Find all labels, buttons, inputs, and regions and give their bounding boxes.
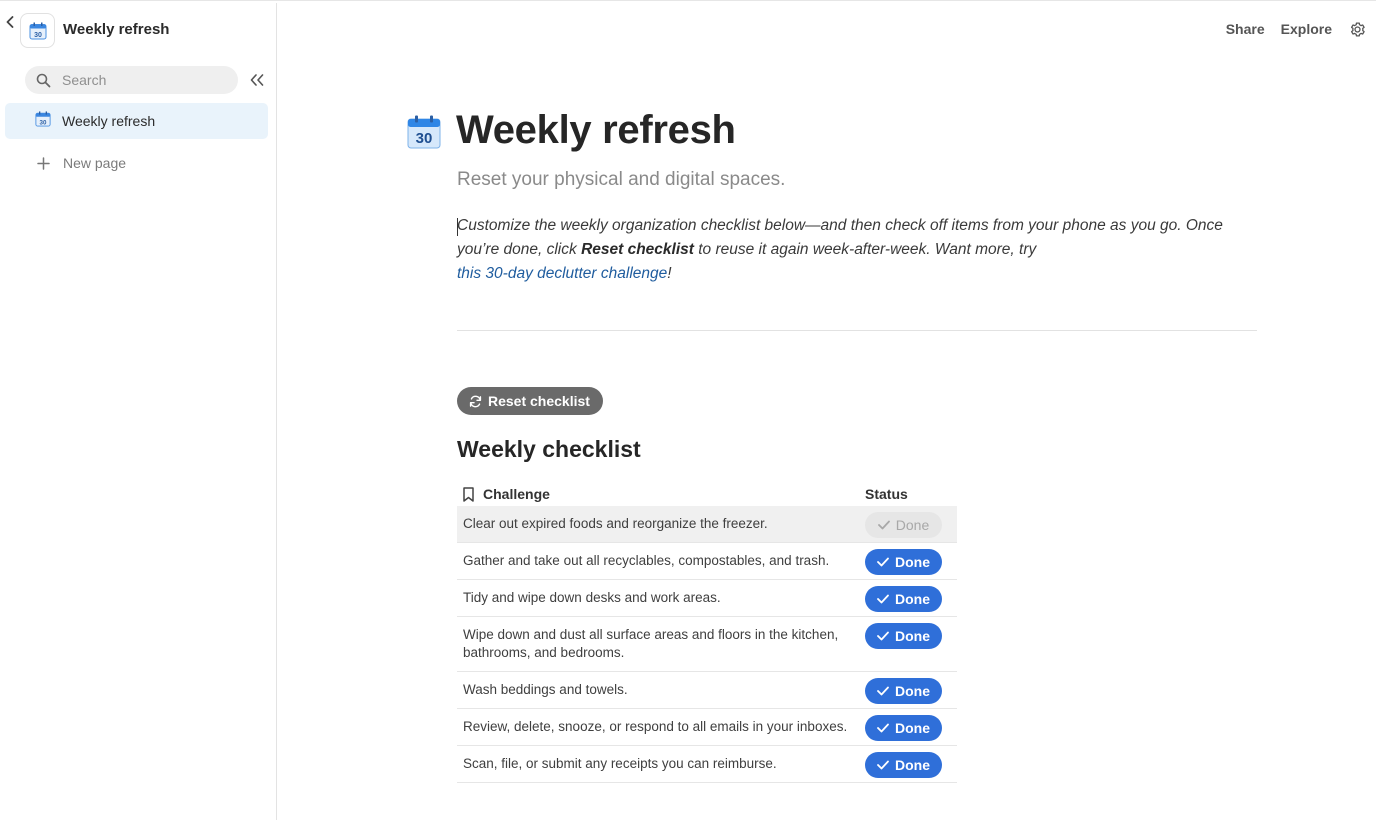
reset-checklist-button[interactable]: Reset checklist [457,387,603,415]
status-cell: Done [865,746,957,778]
divider [457,330,1257,331]
done-button[interactable]: Done [865,752,942,778]
challenge-cell: Gather and take out all recyclables, com… [463,553,830,568]
table-row: Review, delete, snooze, or respond to al… [457,709,957,746]
done-button[interactable]: Done [865,549,942,575]
intro-bold: Reset checklist [581,241,694,258]
app-title: Weekly refresh [63,21,170,38]
check-icon [877,631,889,641]
done-button[interactable]: Done [865,715,942,741]
collapse-sidebar-icon[interactable] [248,71,266,89]
page-calendar-icon: 30 [407,115,441,149]
status-column-header[interactable]: Status [865,486,957,502]
status-cell: Done [865,672,957,704]
refresh-icon [468,394,482,408]
bookmark-icon [461,486,475,502]
table-row: Wash beddings and towels. Done [457,672,957,709]
done-button[interactable]: Done [865,623,942,649]
search-icon [35,72,51,88]
done-label: Done [895,720,930,736]
check-icon [877,723,889,733]
sidebar-item-weekly-refresh[interactable]: 30 Weekly refresh [5,103,268,139]
challenge-cell: Tidy and wipe down desks and work areas. [463,590,721,605]
status-cell: Done [865,617,957,649]
search-input[interactable] [62,72,232,88]
done-label: Done [895,757,930,773]
done-button[interactable]: Done [865,678,942,704]
calendar-icon: 30 [35,110,51,132]
challenge-cell: Review, delete, snooze, or respond to al… [463,719,848,734]
done-label: Done [895,628,930,644]
challenge-cell: Clear out expired foods and reorganize t… [463,516,768,531]
page-title: Weekly refresh [456,108,736,152]
challenge-cell: Scan, file, or submit any receipts you c… [463,756,777,771]
challenge-cell: Wash beddings and towels. [463,682,628,697]
table-row: Wipe down and dust all surface areas and… [457,617,957,672]
top-nav: Share Explore [1226,19,1366,39]
plus-icon [35,155,51,171]
sidebar: 30 Weekly refresh 30 Weekly refresh New … [0,3,277,820]
challenge-header-label: Challenge [483,486,550,502]
table-row: Clear out expired foods and reorganize t… [457,506,957,543]
check-icon [877,557,889,567]
done-button[interactable]: Done [865,586,942,612]
done-label: Done [895,554,930,570]
done-label: Done [895,591,930,607]
svg-text:30: 30 [34,32,42,39]
explore-link[interactable]: Explore [1281,21,1332,37]
status-cell: Done [865,506,957,538]
done-label: Done [895,517,930,533]
back-chevron-icon[interactable] [4,15,16,29]
svg-text:30: 30 [416,130,433,147]
share-link[interactable]: Share [1226,21,1265,37]
sidebar-item-label: Weekly refresh [62,113,156,129]
status-cell: Done [865,543,957,575]
done-label: Done [895,683,930,699]
table-row: Scan, file, or submit any receipts you c… [457,746,957,783]
new-page-button[interactable]: New page [35,151,126,175]
challenge-cell: Wipe down and dust all surface areas and… [463,627,839,660]
intro-paragraph: Customize the weekly organization checkl… [457,214,1257,286]
search-box[interactable] [25,66,238,94]
intro-end: ! [667,265,672,282]
intro-text-2: to reuse it again week-after-week. Want … [693,241,1037,258]
table-header: Challenge Status [457,482,957,506]
reset-checklist-label: Reset checklist [488,393,590,409]
checklist-table: Challenge Status Clear out expired foods… [457,482,957,783]
check-icon [877,520,890,530]
check-icon [877,686,889,696]
table-row: Gather and take out all recyclables, com… [457,543,957,580]
declutter-challenge-link[interactable]: this 30-day declutter challenge [457,265,667,282]
done-button[interactable]: Done [865,512,942,538]
status-cell: Done [865,709,957,741]
gear-icon[interactable] [1348,20,1366,38]
table-row: Tidy and wipe down desks and work areas.… [457,580,957,617]
svg-text:30: 30 [40,119,47,126]
status-cell: Done [865,580,957,612]
new-page-label: New page [63,155,127,171]
challenge-column-header[interactable]: Challenge [457,486,865,502]
app-calendar-icon: 30 [20,13,55,48]
section-title: Weekly checklist [457,436,641,462]
check-icon [877,760,889,770]
check-icon [877,594,889,604]
page-subtitle: Reset your physical and digital spaces. [457,169,786,190]
